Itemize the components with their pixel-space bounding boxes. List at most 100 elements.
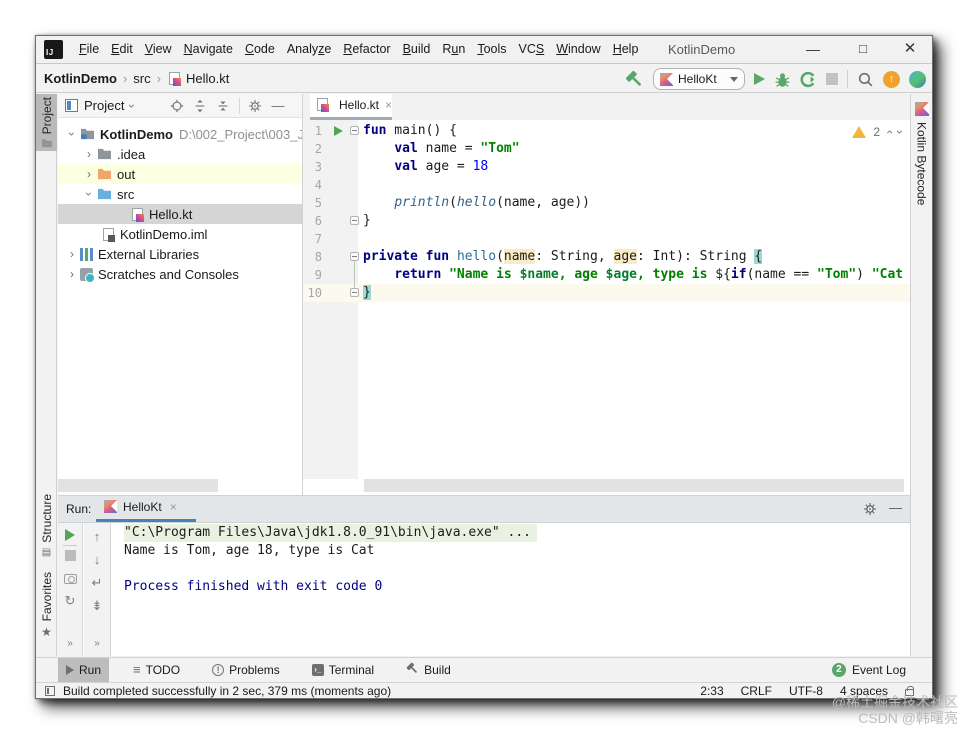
stop-button[interactable] [826, 73, 838, 85]
menu-analyze[interactable]: Analyze [281, 36, 337, 63]
menu-run[interactable]: Run [436, 36, 471, 63]
stripe-tab-kotlin-bytecode[interactable]: Kotlin Bytecode [911, 94, 932, 205]
toolwindow-button-build[interactable]: Build [398, 658, 459, 682]
breadcrumb-item[interactable]: KotlinDemo [44, 71, 117, 86]
collapse-all-icon[interactable] [216, 99, 230, 113]
menu-view[interactable]: View [139, 36, 178, 63]
tree-item--idea[interactable]: › .idea [58, 144, 302, 164]
menu-tools[interactable]: Tools [471, 36, 512, 63]
toolbar-divider [847, 70, 848, 88]
fold-marker-icon[interactable] [350, 216, 359, 225]
project-hscrollbar[interactable] [58, 479, 218, 492]
toolwindow-button-todo[interactable]: ≡ TODO [125, 658, 188, 682]
scroll-to-end-icon[interactable]: ⇟ [92, 598, 103, 614]
menu-window[interactable]: Window [550, 36, 606, 63]
debug-button[interactable] [774, 71, 791, 88]
tree-item-scratches-and-consoles[interactable]: › Scratches and Consoles [58, 264, 302, 284]
run-console[interactable]: "C:\Program Files\Java\jdk1.8.0_91\bin\j… [112, 523, 910, 656]
tree-item-src[interactable]: › src [58, 184, 302, 204]
breadcrumb-item[interactable]: Hello.kt [186, 71, 229, 86]
search-everywhere-icon[interactable] [857, 71, 874, 88]
run-line-icon[interactable] [334, 126, 343, 136]
rerun-button[interactable] [65, 529, 75, 541]
editor-tab-hello-kt[interactable]: Hello.kt × [310, 94, 392, 120]
hide-panel-icon[interactable]: — [271, 98, 284, 113]
more-actions-icon[interactable]: » [94, 636, 100, 652]
menu-vcs[interactable]: VCS [513, 36, 551, 63]
down-stacktrace-icon[interactable]: ↓ [94, 552, 101, 568]
breadcrumb-item[interactable]: src [133, 71, 150, 86]
stripe-tab-favorites[interactable]: Favorites ★ [36, 572, 57, 639]
tree-item-external-libraries[interactable]: › External Libraries [58, 244, 302, 264]
chevron-closed-icon[interactable]: › [81, 167, 97, 181]
tree-item-kotlindemo[interactable]: › KotlinDemo D:\002_Project\003_J [58, 124, 302, 144]
menu-edit[interactable]: Edit [105, 36, 139, 63]
menu-file[interactable]: File [73, 36, 105, 63]
soft-wrap-icon[interactable]: ↵ [92, 575, 103, 591]
left-tool-stripe: Project Structure ▤ Favorites ★ [36, 94, 57, 656]
kotlin-file-icon [317, 98, 329, 112]
close-tab-icon[interactable]: × [385, 98, 392, 112]
run-button[interactable] [754, 73, 765, 85]
run-tab-hellokt[interactable]: HelloKt × [96, 496, 196, 522]
maximize-button[interactable]: □ [848, 36, 878, 64]
toolwindow-button-terminal[interactable]: ›_ Terminal [304, 658, 382, 682]
tree-item-out[interactable]: › out [58, 164, 302, 184]
next-warning-icon[interactable]: › [893, 130, 907, 134]
tree-item-kotlindemo-iml[interactable]: KotlinDemo.iml [58, 224, 302, 244]
up-stacktrace-icon[interactable]: ↑ [94, 529, 101, 545]
editor-body[interactable]: 1 2 3 4 5 6 7 8 9 10 fun main() { val name = "Tom… [303, 120, 910, 479]
toolwindow-button-run[interactable]: Run [58, 657, 110, 682]
minimize-button[interactable]: — [796, 36, 830, 64]
play-icon [66, 664, 74, 675]
ide-sphere-icon[interactable] [909, 70, 926, 88]
gc-icon[interactable]: ↻ [65, 593, 76, 609]
close-run-tab-icon[interactable]: × [170, 500, 177, 514]
menu-navigate[interactable]: Navigate [178, 36, 239, 63]
run-with-coverage-button[interactable] [800, 71, 817, 88]
dump-threads-icon[interactable] [63, 574, 77, 584]
hide-panel-icon[interactable]: — [889, 496, 902, 520]
line-number: 2 [314, 142, 322, 156]
toolwindow-button-problems[interactable]: ! Problems [204, 658, 288, 682]
chevron-open-icon[interactable]: › [82, 186, 96, 202]
fold-marker-icon[interactable] [350, 288, 359, 297]
event-log[interactable]: 2 Event Log [831, 662, 906, 677]
build-hammer-icon[interactable] [625, 70, 644, 89]
update-notification-icon[interactable]: ↑ [883, 70, 900, 88]
menu-build[interactable]: Build [397, 36, 437, 63]
tool-window-toggle-icon[interactable] [45, 685, 55, 696]
chevron-open-icon[interactable]: › [65, 126, 79, 142]
inspection-widget[interactable]: 2 › › [852, 125, 907, 139]
right-tool-stripe: Kotlin Bytecode [910, 94, 932, 656]
stripe-tab-structure[interactable]: Structure ▤ [36, 494, 57, 558]
chevron-down-icon[interactable]: › [125, 100, 139, 112]
menu-bar: File Edit View Navigate Code Analyze Refactor B… [73, 36, 644, 63]
menu-help[interactable]: Help [607, 36, 645, 63]
status-item-crlf[interactable]: CRLF [741, 684, 772, 698]
run-panel-header: Run: HelloKt × — [58, 496, 910, 522]
gear-icon[interactable] [248, 99, 262, 113]
more-actions-icon[interactable]: » [67, 636, 73, 652]
run-configuration-select[interactable]: HelloKt [653, 68, 745, 90]
chevron-closed-icon[interactable]: › [64, 247, 80, 261]
folder-icon [41, 139, 52, 148]
fold-marker-icon[interactable] [350, 252, 359, 261]
menu-refactor[interactable]: Refactor [337, 36, 396, 63]
title-bar: IJ File Edit View Navigate Code Analyze Refact… [36, 36, 932, 64]
tree-item-hello-kt[interactable]: Hello.kt [58, 204, 302, 224]
locate-icon[interactable] [170, 99, 184, 113]
status-item-utf-8[interactable]: UTF-8 [789, 684, 823, 698]
stop-process-button[interactable] [64, 550, 76, 561]
chevron-closed-icon[interactable]: › [64, 267, 80, 281]
editor-area[interactable]: Hello.kt × 1 2 3 4 5 6 7 8 9 10 fun main() { val … [303, 94, 910, 495]
chevron-closed-icon[interactable]: › [81, 147, 97, 161]
stripe-tab-project[interactable]: Project [36, 94, 57, 151]
menu-code[interactable]: Code [239, 36, 281, 63]
close-button[interactable]: ✕ [894, 36, 926, 64]
fold-marker-icon[interactable] [350, 126, 359, 135]
editor-hscrollbar[interactable] [364, 479, 904, 492]
expand-all-icon[interactable] [193, 99, 207, 113]
status-item-2-33[interactable]: 2:33 [700, 684, 723, 698]
gear-icon[interactable] [863, 502, 877, 516]
